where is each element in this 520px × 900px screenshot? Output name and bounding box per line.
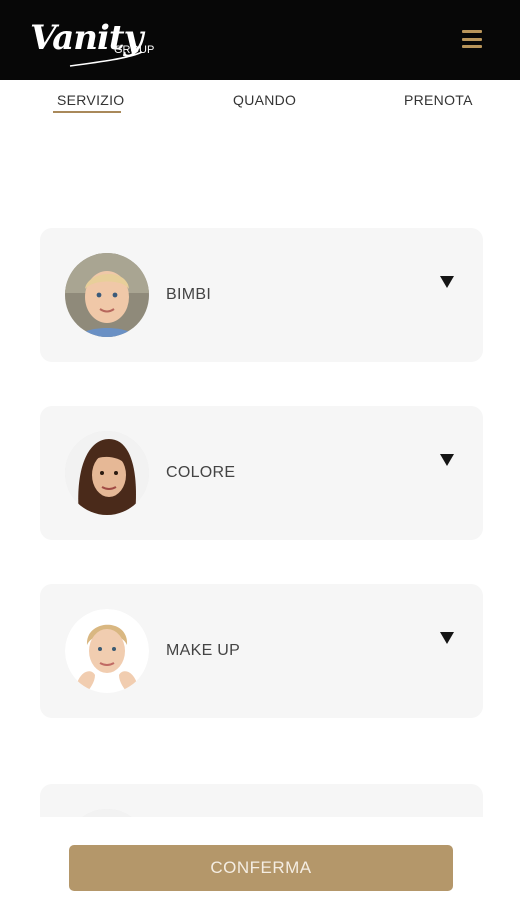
vanity-group-logo[interactable]: Vanity GROUP	[30, 16, 160, 72]
service-label: MAKE UP	[166, 642, 241, 659]
service-card-make-up[interactable]: MAKE UP	[40, 584, 483, 718]
chevron-down-icon[interactable]	[440, 454, 454, 466]
top-bar: Vanity GROUP	[0, 0, 520, 80]
service-image-bimbi	[65, 253, 149, 337]
tab-servizio[interactable]: SERVIZIO	[57, 92, 125, 108]
tab-quando[interactable]: QUANDO	[233, 92, 296, 108]
service-card-partial[interactable]	[40, 784, 483, 817]
service-image-colore	[65, 431, 149, 515]
footer-bar: CONFERMA	[0, 817, 520, 900]
service-image-partial	[65, 809, 149, 817]
hamburger-menu-icon[interactable]	[462, 30, 482, 48]
service-label: COLORE	[166, 464, 236, 481]
booking-steps-tabs: SERVIZIO QUANDO PRENOTA	[0, 80, 520, 124]
chevron-down-icon[interactable]	[440, 632, 454, 644]
service-card-bimbi[interactable]: BIMBI	[40, 228, 483, 362]
service-list[interactable]: BIMBI COLORE MAKE UP	[0, 124, 520, 817]
chevron-down-icon[interactable]	[440, 276, 454, 288]
confirm-button[interactable]: CONFERMA	[69, 845, 453, 891]
service-label: BIMBI	[166, 286, 212, 303]
service-card-colore[interactable]: COLORE	[40, 406, 483, 540]
logo-swoosh	[69, 51, 143, 67]
tab-prenota[interactable]: PRENOTA	[404, 92, 473, 108]
active-tab-underline	[53, 111, 121, 113]
service-image-make-up	[65, 609, 149, 693]
